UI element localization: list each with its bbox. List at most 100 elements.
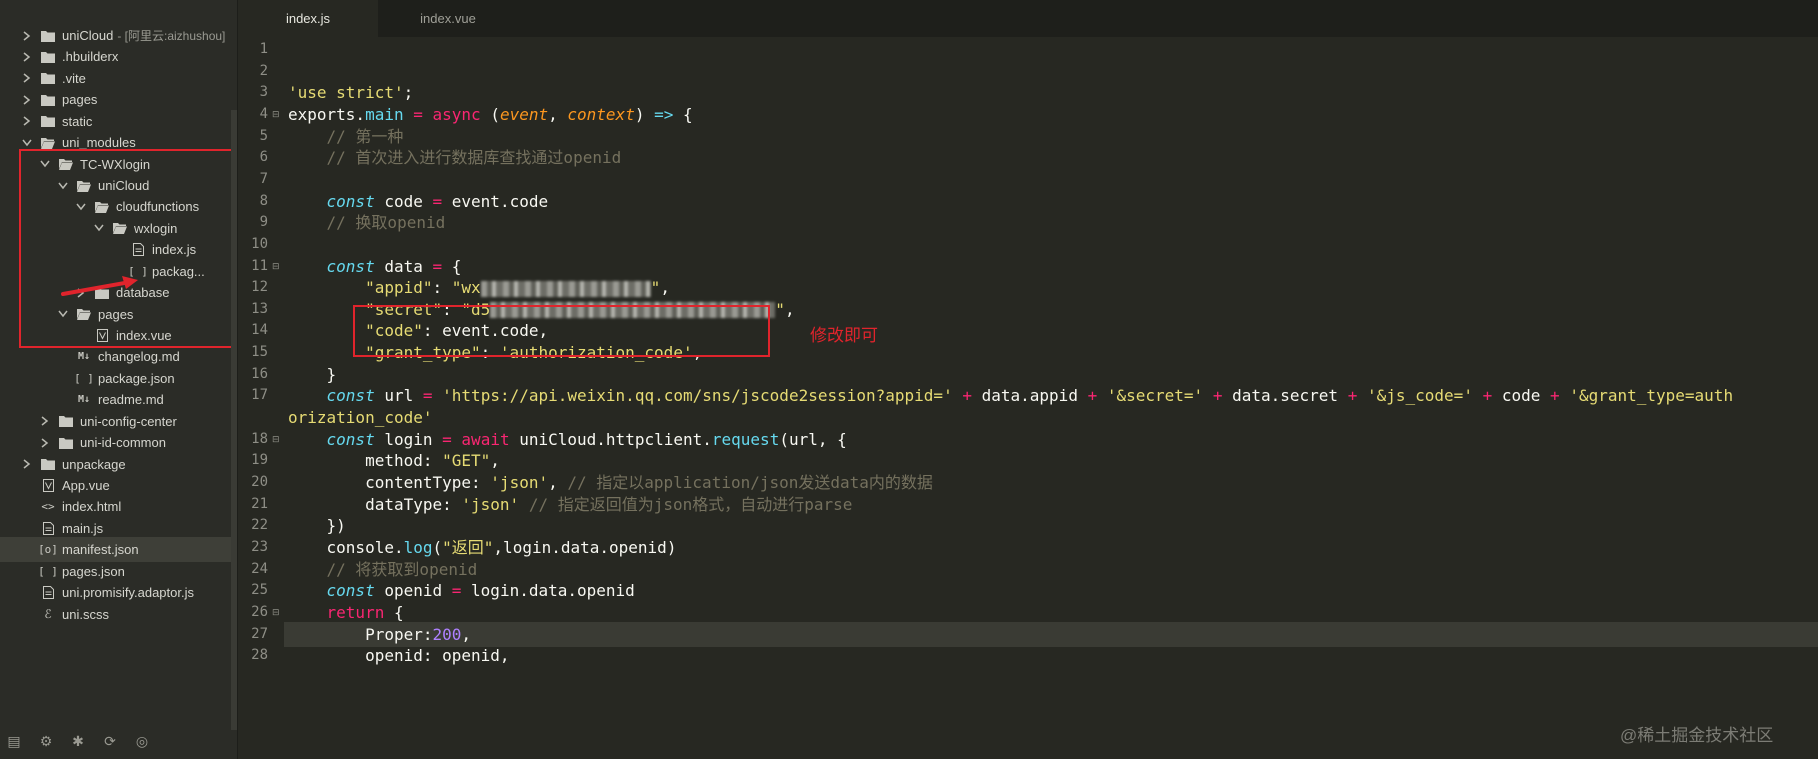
code-line[interactable]: openid: openid,: [288, 643, 510, 668]
code-token: 'https://api.weixin.qq.com/sns/jscode2se…: [442, 386, 953, 406]
bug-icon[interactable]: ✱: [68, 731, 88, 751]
code-line[interactable]: Proper:200,: [284, 621, 1818, 647]
code-token: const: [326, 581, 375, 601]
code-token: :: [432, 278, 452, 298]
tree-item-label: index.html: [62, 499, 122, 515]
tree-item[interactable]: ℰuni.scss: [0, 602, 237, 627]
tree-item-label: pages.json: [62, 563, 125, 579]
code-token: main: [365, 104, 404, 124]
chevron-down-icon[interactable]: [76, 200, 86, 214]
git-icon[interactable]: ⟳: [100, 731, 120, 751]
tree-item-label: pages: [98, 306, 134, 322]
code-line[interactable]: // 换取openid: [288, 210, 446, 235]
sidebar-scrollbar[interactable]: [231, 110, 237, 730]
chevron-right-icon[interactable]: [40, 436, 50, 450]
tree-item-label: unpackage: [62, 456, 126, 472]
chevron-down-icon[interactable]: [94, 221, 104, 235]
code-token: '&grant_type=auth: [1569, 386, 1734, 406]
tree-item-label: uniCloud: [98, 178, 150, 193]
file-icon: [131, 243, 145, 257]
code-token: const: [326, 386, 375, 406]
code-token: // 换取openid: [326, 213, 446, 233]
code-token: ": [775, 299, 785, 319]
fold-toggle-icon[interactable]: ⊟: [272, 608, 280, 618]
fold-toggle-icon[interactable]: ⊟: [272, 110, 280, 120]
code-token: async: [432, 104, 481, 124]
tab-index-js[interactable]: index.js: [238, 0, 378, 37]
watermark: @稀土掘金技术社区: [1620, 726, 1774, 745]
folder-icon: [41, 29, 55, 43]
red-arrow-icon: [61, 276, 138, 296]
code-token: const: [326, 191, 375, 211]
code-token: "返回": [442, 537, 494, 557]
code-token: 200: [432, 624, 462, 644]
code-token: return: [326, 602, 385, 622]
code-token: login: [374, 429, 443, 449]
json-file-icon: [ ]: [74, 371, 94, 385]
chevron-down-icon[interactable]: [58, 307, 68, 321]
files-icon[interactable]: ▤: [4, 731, 24, 751]
folder-open-icon: [95, 200, 109, 214]
code-token: code: [1492, 386, 1551, 406]
code-token: : event.code,: [422, 321, 549, 341]
tree-item-label: wxlogin: [134, 220, 178, 236]
chevron-right-icon[interactable]: [22, 29, 32, 43]
fold-toggle-icon[interactable]: ⊟: [272, 262, 280, 272]
code-token: {: [442, 256, 462, 276]
code-token: +: [1550, 386, 1560, 406]
code-token: 'json': [461, 494, 520, 514]
tree-item-label: TC-WXlogin: [80, 156, 151, 172]
code-line[interactable]: dataType: 'json' // 指定返回值为json格式，自动进行par…: [288, 492, 852, 517]
code-token: =: [422, 386, 433, 406]
folder-open-icon: [113, 221, 127, 235]
chevron-down-icon[interactable]: [22, 136, 32, 150]
folder-icon: [41, 457, 55, 471]
code-token: data: [374, 256, 433, 276]
code-token: +: [1347, 386, 1358, 406]
tab-index-vue[interactable]: index.vue: [378, 0, 518, 37]
line-number: 17: [251, 387, 268, 404]
code-token: "code": [365, 321, 423, 341]
code-token: :: [442, 299, 462, 319]
fold-toggle-icon[interactable]: ⊟: [272, 435, 280, 445]
chevron-right-icon[interactable]: [40, 414, 50, 428]
code-token: log: [403, 537, 433, 557]
code-editor[interactable]: 1 2 3 4 ⊟ 5 6 7 8 9 10 11 ⊟ 12 13 14 15 16 17 18 ⊟ 19 20 21 22 23…: [238, 37, 1818, 759]
code-token: "grant_type": [365, 343, 481, 363]
code-token: const: [326, 429, 375, 449]
vue-file-icon: [41, 479, 55, 493]
tree-item-label: packag...: [152, 263, 205, 279]
code-line[interactable]: // 首次进入进行数据库查找通过openid: [288, 145, 622, 170]
folder-open-icon: [77, 179, 91, 193]
tree-item-sublabel: - [阿里云:aizhushou]: [117, 29, 226, 43]
annotation-note: 修改即可: [810, 326, 878, 345]
code-token: {: [673, 104, 693, 124]
html-file-icon: <>: [41, 500, 55, 514]
chevron-right-icon[interactable]: [22, 457, 32, 471]
line-number: 28: [251, 647, 268, 664]
code-line[interactable]: const url = 'https://api.weixin.qq.com/s…: [288, 383, 1734, 408]
chevron-right-icon[interactable]: [22, 50, 32, 64]
chevron-right-icon[interactable]: [22, 114, 32, 128]
chevron-right-icon[interactable]: [22, 71, 32, 85]
chevron-down-icon[interactable]: [40, 157, 50, 171]
code-line[interactable]: "grant_type": 'authorization_code',: [288, 340, 702, 365]
markdown-icon: M↓: [77, 351, 91, 363]
redacted-secret: [490, 302, 776, 319]
code-token: "d5: [461, 299, 491, 319]
tab-bar: index.js index.vue: [238, 0, 1818, 37]
tree-item-label: static: [62, 113, 93, 129]
chevron-down-icon[interactable]: [58, 179, 68, 193]
tree-item-label: uni-id-common: [80, 435, 166, 451]
chevron-right-icon[interactable]: [22, 93, 32, 107]
code-token: ,: [548, 104, 568, 124]
debug-icon[interactable]: ⚙: [36, 731, 56, 751]
code-token: method:: [288, 451, 443, 471]
plugin-icon[interactable]: ◎: [132, 731, 152, 751]
